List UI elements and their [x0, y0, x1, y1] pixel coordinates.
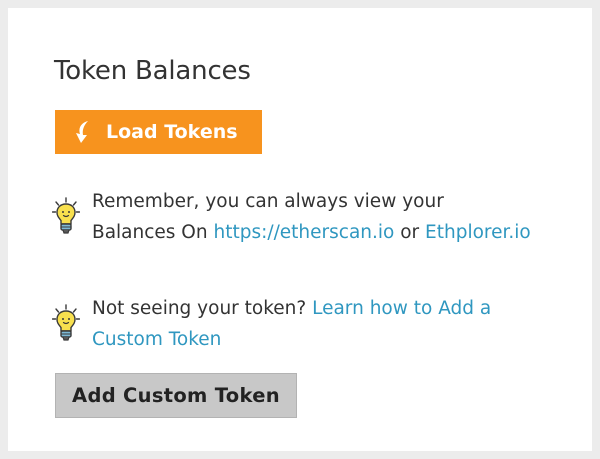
- tip-text: Not seeing your token? Learn how to Add …: [92, 293, 532, 355]
- ethplorer-link[interactable]: Ethplorer.io: [425, 222, 531, 243]
- add-custom-token-button[interactable]: Add Custom Token: [55, 373, 297, 418]
- tip-custom-token: Not seeing your token? Learn how to Add …: [51, 293, 532, 355]
- token-balances-panel: Token Balances Load Tokens Remember, you…: [8, 8, 592, 451]
- tip-text: Remember, you can always view your Balan…: [92, 186, 532, 248]
- tip-text-before: Not seeing your token?: [92, 298, 313, 319]
- download-arrow-icon: [73, 120, 93, 144]
- load-tokens-button[interactable]: Load Tokens: [55, 110, 262, 154]
- lightbulb-icon: [51, 304, 81, 344]
- panel-title: Token Balances: [54, 56, 251, 86]
- load-tokens-label: Load Tokens: [106, 121, 238, 143]
- tip-view-balances: Remember, you can always view your Balan…: [51, 186, 532, 248]
- tip-text-between: or: [394, 222, 426, 243]
- etherscan-link[interactable]: https://etherscan.io: [213, 222, 394, 243]
- lightbulb-icon: [51, 197, 81, 237]
